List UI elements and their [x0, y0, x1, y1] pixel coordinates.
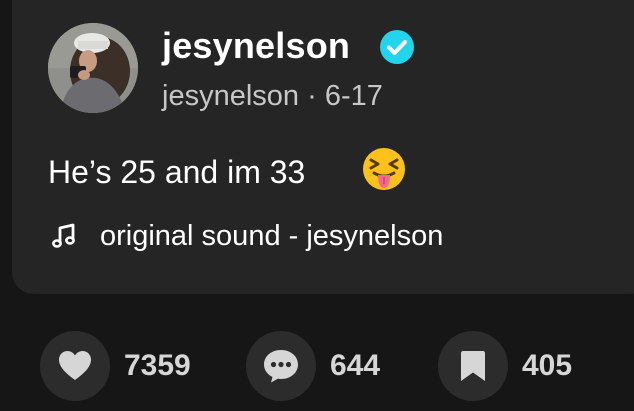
separator-dot: ·	[307, 80, 317, 112]
handle[interactable]: jesynelson	[162, 80, 299, 112]
tiktok-post-view: jesynelson jesynelson · 6-17 He’s 25 and…	[0, 0, 634, 411]
squinting-face-with-tongue-icon	[363, 148, 405, 190]
comment-count: 644	[330, 349, 381, 382]
like-action: 7359	[40, 331, 191, 401]
bookmark-icon	[461, 351, 485, 381]
music-note-icon	[52, 223, 75, 248]
username[interactable]: jesynelson	[162, 22, 350, 70]
comment-action: 644	[246, 331, 380, 401]
comment-button[interactable]	[246, 331, 316, 401]
save-action: 405	[438, 331, 572, 401]
save-count: 405	[522, 349, 573, 382]
post-caption: He’s 25 and im 33	[48, 154, 306, 190]
like-count: 7359	[124, 349, 191, 382]
bookmark-button[interactable]	[438, 331, 508, 401]
heart-icon	[59, 351, 91, 380]
avatar[interactable]	[48, 23, 138, 113]
profile-photo	[48, 23, 138, 113]
handle-date-line: jesynelson · 6-17	[162, 78, 383, 114]
post-date: 6-17	[324, 80, 383, 112]
sound-link[interactable]: original sound - jesynelson	[100, 218, 443, 254]
like-button[interactable]	[40, 331, 110, 401]
comment-bubble-icon	[264, 350, 298, 383]
verified-badge-icon	[380, 30, 414, 64]
